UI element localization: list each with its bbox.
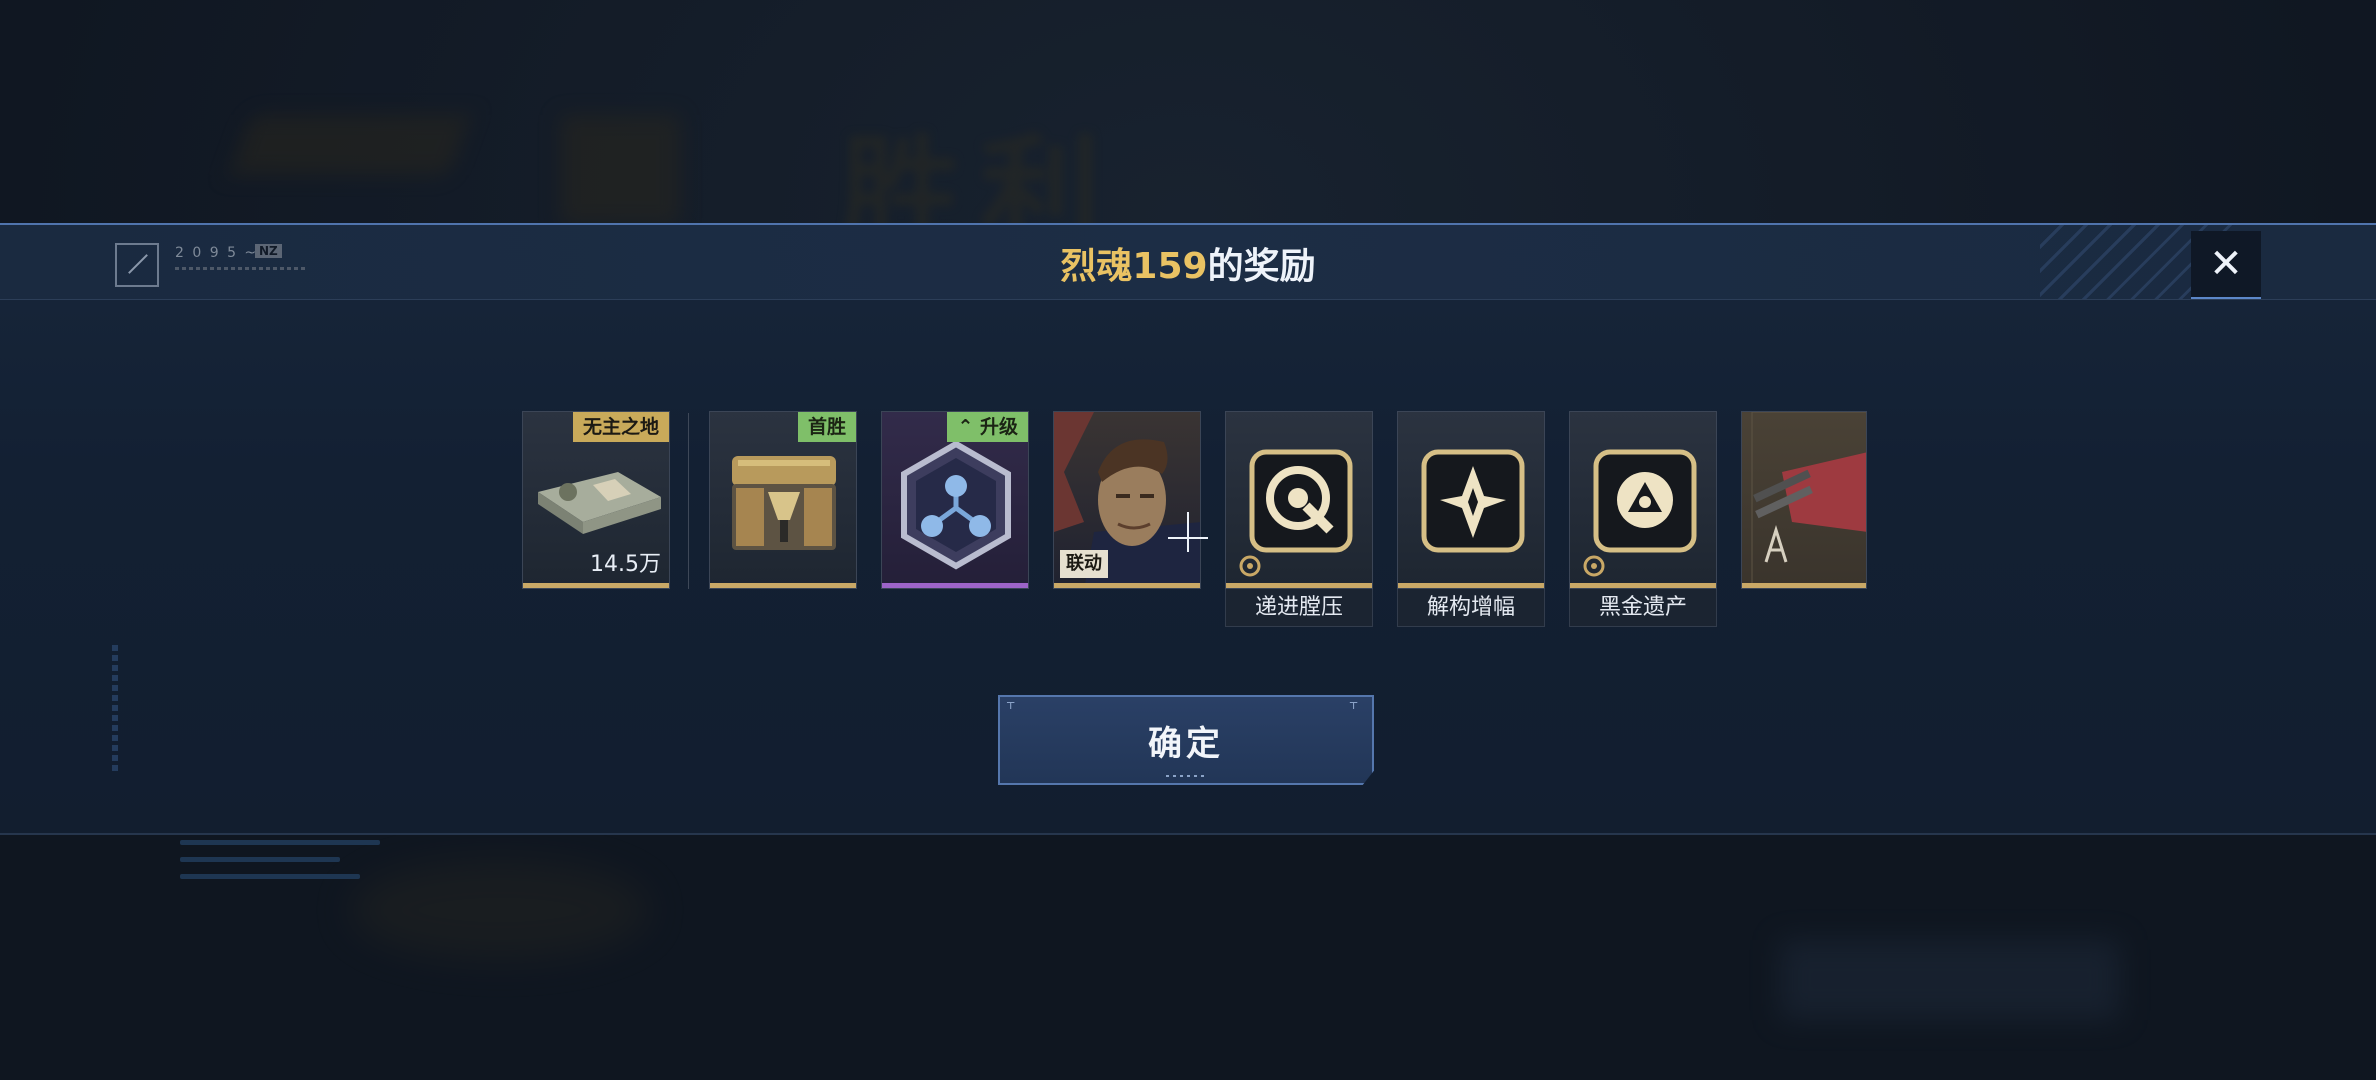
reward-quantity: 14.5万 [590, 552, 661, 577]
background-shape [229, 115, 471, 175]
target-skill-icon [1249, 449, 1353, 553]
weapon-blueprint-icon [1751, 412, 1866, 588]
triad-skill-icon [1593, 449, 1697, 553]
gear-icon [1239, 555, 1261, 577]
reward-label: 解构增幅 [1397, 589, 1545, 627]
rarity-bar [710, 583, 856, 588]
reward-item-cash[interactable]: 无主之地 14.5万 [522, 411, 670, 589]
background-shape [560, 115, 680, 225]
gear-icon [1583, 555, 1605, 577]
confirm-button[interactable]: ⊤ 确定 ⊤ [998, 695, 1374, 785]
modal-header: 2 0 9 5 ~ NZ 烈魂159的奖励 ✕ [0, 225, 2376, 300]
reward-item-skill[interactable] [1397, 411, 1545, 589]
confirm-label: 确定 [1148, 723, 1224, 764]
reward-item-skill[interactable] [1569, 411, 1717, 589]
background-blur [350, 860, 650, 960]
reward-badge: 首胜 [797, 412, 856, 442]
reward-badge-label: 升级 [979, 416, 1018, 438]
crosshair-cursor-icon [1168, 512, 1208, 552]
reward-item-character[interactable]: 联动 [1053, 411, 1201, 589]
close-button[interactable]: ✕ [2191, 231, 2261, 299]
rarity-bar [1054, 583, 1200, 588]
rarity-bar [1226, 583, 1372, 588]
reward-badge: ⌃ 升级 [947, 412, 1028, 442]
rarity-bar [882, 583, 1028, 588]
title-suffix: 的奖励 [1207, 246, 1316, 287]
player-name: 烈魂159 [1060, 246, 1208, 287]
button-corner-mark: ⊤ [1348, 701, 1362, 712]
chevron-up-icon: ⌃ [957, 416, 980, 438]
rarity-bar [523, 583, 669, 588]
hud-decoration [180, 840, 380, 891]
button-corner-mark: ⊤ [1006, 701, 1020, 712]
background-blur [1780, 940, 2120, 1020]
rarity-bar [1398, 583, 1544, 588]
cash-bundle-icon [538, 472, 661, 534]
rarity-bar [1570, 583, 1716, 588]
supply-chest-icon [732, 456, 836, 550]
button-decoration [1166, 775, 1206, 777]
shatter-skill-icon [1421, 449, 1525, 553]
hud-decoration [112, 645, 118, 775]
reward-item-weapon[interactable] [1741, 411, 1867, 589]
molecule-hex-icon [901, 440, 1011, 570]
modal-title: 烈魂159的奖励 [0, 237, 2376, 289]
reward-badge: 无主之地 [572, 412, 669, 442]
reward-item-chest[interactable]: 首胜 [709, 411, 857, 589]
rarity-bar [1742, 583, 1866, 588]
close-icon: ✕ [2209, 241, 2243, 287]
divider [688, 413, 689, 589]
reward-label: 递进膛压 [1225, 589, 1373, 627]
reward-item-skill[interactable] [1225, 411, 1373, 589]
reward-item-upgrade[interactable]: ⌃ 升级 [881, 411, 1029, 589]
reward-tag: 联动 [1060, 550, 1108, 578]
reward-label: 黑金遗产 [1569, 589, 1717, 627]
